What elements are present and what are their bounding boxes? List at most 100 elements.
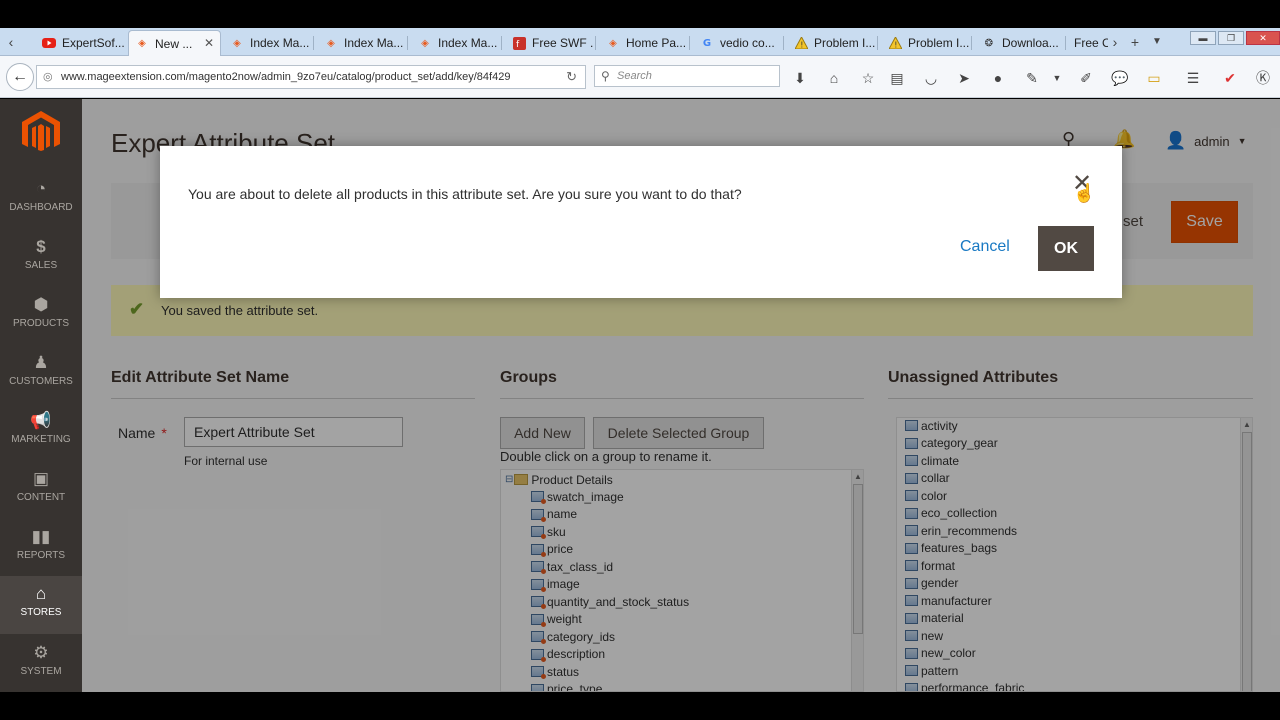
minimize-window-icon[interactable]: ▬: [1190, 31, 1216, 45]
store-icon: ⌂: [35, 584, 47, 603]
tab-label: vedio co...: [720, 36, 775, 50]
notes-icon[interactable]: ▭: [1145, 69, 1163, 87]
youtube-icon: [42, 36, 56, 50]
address-bar[interactable]: ◎ www.mageextension.com/magento2now/admi…: [36, 65, 586, 89]
restore-window-icon[interactable]: ❐: [1218, 31, 1244, 45]
tab-index-management-1[interactable]: ◈ Index Ma...: [224, 30, 312, 56]
pin-icon[interactable]: ✐: [1077, 69, 1095, 87]
close-window-icon[interactable]: ✕: [1246, 31, 1280, 45]
download-site-icon: ❂: [984, 37, 994, 49]
dialog-message: You are about to delete all products in …: [188, 186, 742, 202]
sidebar-item-label: MARKETING: [11, 434, 71, 445]
tab-problem-1[interactable]: ! Problem I...: [788, 30, 876, 56]
home-icon[interactable]: ⌂: [825, 69, 843, 87]
sidebar-item-reports[interactable]: ▮▮ REPORTS: [0, 519, 82, 577]
tab-label: Home Pa...: [626, 36, 687, 50]
cancel-button[interactable]: Cancel: [960, 238, 1010, 256]
tab-label: Problem I...: [814, 36, 876, 50]
reload-icon[interactable]: ↻: [566, 69, 577, 85]
layout-icon: ▣: [32, 469, 50, 488]
reading-list-icon[interactable]: ▤: [888, 69, 906, 87]
flash-icon: f: [512, 36, 526, 50]
tab-download[interactable]: ❂ Downloa...: [976, 30, 1064, 56]
tab-list-icon[interactable]: ▼: [1148, 33, 1166, 51]
tab-new-active[interactable]: ◈ New ... ✕: [128, 30, 221, 56]
chat-icon[interactable]: 💬: [1111, 69, 1129, 87]
back-button[interactable]: ←: [6, 63, 34, 91]
tab-index-management-2[interactable]: ◈ Index Ma...: [318, 30, 406, 56]
tab-label: Index Ma...: [250, 36, 310, 50]
confirm-delete-dialog: You are about to delete all products in …: [160, 146, 1122, 298]
tab-label: Problem I...: [908, 36, 970, 50]
sidebar-item-products[interactable]: ⬢ PRODUCTS: [0, 287, 82, 345]
sidebar-item-system[interactable]: ⚙ SYSTEM: [0, 635, 82, 693]
search-input[interactable]: ⚲ Search: [594, 65, 780, 87]
tab-problem-2[interactable]: ! Problem I...: [882, 30, 970, 56]
addon-k-icon[interactable]: Ⓚ: [1254, 69, 1272, 87]
url-text: www.mageextension.com/magento2now/admin_…: [61, 71, 511, 83]
tab-expertsoft[interactable]: ExpertSof...: [36, 30, 126, 56]
tab-label: Index Ma...: [344, 36, 404, 50]
addon-icon[interactable]: ✎: [1023, 69, 1041, 87]
bookmark-star-icon[interactable]: ☆: [859, 69, 877, 87]
search-placeholder: Search: [617, 70, 652, 82]
svg-text:!: !: [894, 41, 897, 50]
tab-label: New ...: [155, 36, 193, 51]
pocket-icon[interactable]: ◡: [922, 69, 940, 87]
admin-sidebar: ◔ DASHBOARD $ SALES ⬢ PRODUCTS ♟ CUSTOME…: [0, 99, 82, 692]
sidebar-item-customers[interactable]: ♟ CUSTOMERS: [0, 345, 82, 403]
sidebar-item-marketing[interactable]: 📢 MARKETING: [0, 403, 82, 461]
tab-free-c[interactable]: Free C: [1068, 30, 1108, 56]
tab-scroll-right-icon[interactable]: ›: [1106, 33, 1124, 51]
gear-icon: ⚙: [33, 643, 49, 662]
addon-circle-icon[interactable]: ●: [989, 69, 1007, 87]
tab-separator: [595, 36, 596, 50]
send-icon[interactable]: ➤: [955, 69, 973, 87]
search-icon: ⚲: [601, 69, 610, 83]
magento-icon: ◈: [609, 37, 617, 49]
tab-separator: [783, 36, 784, 50]
magento-icon: ◈: [421, 37, 429, 49]
tab-home-page[interactable]: ◈ Home Pa...: [600, 30, 688, 56]
addon-dropdown-icon[interactable]: ▼: [1048, 69, 1066, 87]
magento-logo-icon[interactable]: [22, 111, 60, 151]
addon-red-icon[interactable]: ✔: [1221, 69, 1239, 87]
megaphone-icon: 📢: [30, 411, 52, 430]
hand-cursor-icon: ☝: [1073, 183, 1096, 203]
downloads-icon[interactable]: ⬇: [791, 69, 809, 87]
magento-icon: ◈: [327, 37, 335, 49]
tab-label: Downloa...: [1002, 36, 1059, 50]
sidebar-item-label: PRODUCTS: [12, 318, 70, 329]
new-tab-icon[interactable]: +: [1126, 33, 1144, 51]
sidebar-item-label: STORES: [20, 607, 62, 618]
tab-video-google[interactable]: G vedio co...: [694, 30, 782, 56]
sidebar-item-sales[interactable]: $ SALES: [0, 229, 82, 287]
tab-label: Index Ma...: [438, 36, 498, 50]
google-icon: G: [702, 37, 712, 49]
tab-label: Free SWF ...: [532, 36, 594, 50]
sidebar-item-label: SYSTEM: [20, 666, 62, 677]
sidebar-item-content[interactable]: ▣ CONTENT: [0, 461, 82, 519]
speedometer-icon: ◔: [35, 179, 47, 198]
magento-icon: ◈: [233, 37, 241, 49]
sidebar-item-stores[interactable]: ⌂ STORES: [0, 576, 82, 634]
sidebar-item-dashboard[interactable]: ◔ DASHBOARD: [0, 171, 82, 229]
menu-icon[interactable]: ☰: [1184, 69, 1202, 87]
warning-icon: !: [794, 36, 808, 50]
magento-icon: ◈: [138, 38, 146, 49]
screen: ‹ ExpertSof... ◈ New ... ✕ ◈ Index Ma...…: [0, 0, 1280, 720]
tab-scroll-left-icon[interactable]: ‹: [2, 33, 20, 51]
tab-label: ExpertSof...: [62, 36, 125, 50]
tab-index-management-3[interactable]: ◈ Index Ma...: [412, 30, 500, 56]
close-tab-icon[interactable]: ✕: [204, 36, 214, 50]
tab-separator: [877, 36, 878, 50]
tab-separator: [689, 36, 690, 50]
browser-navigation-bar: ← ◎ www.mageextension.com/magento2now/ad…: [0, 56, 1280, 98]
sidebar-item-label: CONTENT: [16, 492, 66, 503]
dollar-icon: $: [36, 237, 46, 256]
tab-separator: [407, 36, 408, 50]
person-icon: ♟: [33, 353, 49, 372]
tab-separator: [313, 36, 314, 50]
ok-button[interactable]: OK: [1038, 226, 1094, 271]
tab-free-swf[interactable]: f Free SWF ...: [506, 30, 594, 56]
